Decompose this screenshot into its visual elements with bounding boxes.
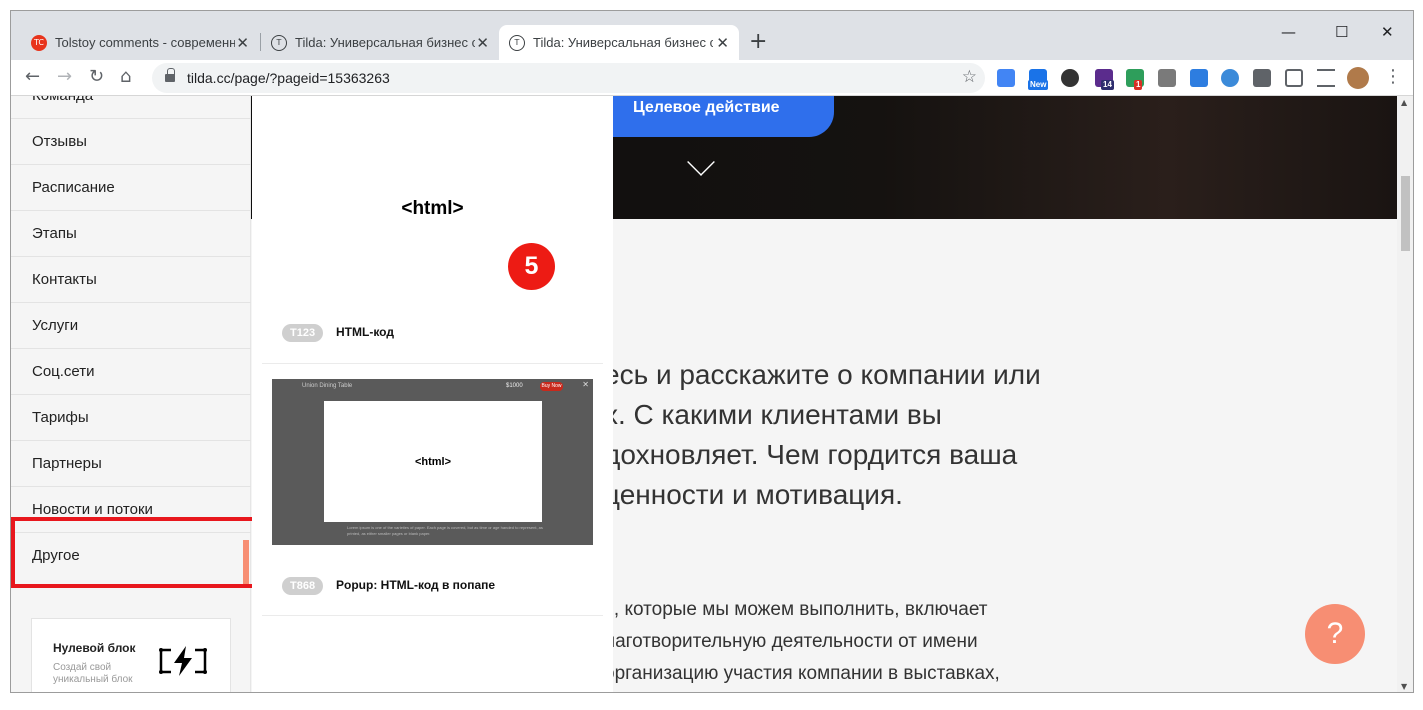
reload-button[interactable]: ↻	[89, 66, 104, 87]
tab-tolstoy[interactable]: TC Tolstoy comments - современны ✕	[21, 25, 259, 60]
annotation-number-badge: 5	[508, 243, 555, 290]
new-badge: New	[1028, 80, 1049, 90]
zero-block-title: Нулевой блок	[53, 641, 136, 655]
preview-html-text: <html>	[414, 456, 452, 468]
annotation-highlight-box	[11, 517, 262, 588]
scrollbar-thumb[interactable]	[1401, 176, 1410, 251]
browser-window: TC Tolstoy comments - современны ✕ T Til…	[10, 10, 1414, 693]
about-text-line: ценности и мотивация.	[604, 479, 903, 510]
blocks-panel: <html> 5 T123 HTML-код Union Dining Tabl…	[252, 96, 613, 692]
popup-header-text: Union Dining Table	[302, 383, 353, 389]
window-close-button[interactable]: ✕	[1381, 23, 1394, 41]
back-button[interactable]: ←	[25, 66, 40, 87]
help-button[interactable]: ?	[1305, 604, 1365, 664]
tilda-favicon-icon: T	[271, 34, 287, 51]
block-category-menu: Команда Отзывы Расписание Этапы Контакты…	[11, 96, 251, 692]
tab-strip: TC Tolstoy comments - современны ✕ T Til…	[11, 11, 1413, 60]
zero-block-description: Создай свой уникальный блок	[53, 662, 133, 685]
maximize-button[interactable]: ☐	[1335, 23, 1348, 41]
new-tab-button[interactable]: +	[749, 29, 767, 54]
block-title[interactable]: HTML-код	[336, 325, 394, 339]
close-icon[interactable]: ✕	[236, 34, 249, 52]
tab-tilda-1[interactable]: T Tilda: Универсальная бизнес стр ✕	[261, 25, 499, 60]
menu-item-partners[interactable]: Партнеры	[11, 441, 251, 487]
tab-title: Tilda: Универсальная бизнес стр	[295, 35, 475, 50]
mail-extension-icon[interactable]: 1	[1126, 69, 1144, 90]
menu-item-schedule[interactable]: Расписание	[11, 165, 251, 211]
about-text-line: х. С какими клиентами вы	[604, 399, 942, 430]
services-text-line: ч, которые мы можем выполнить, включает	[604, 599, 988, 620]
address-bar[interactable]: tilda.cc/page/?pageid=15363263 ☆	[152, 63, 985, 93]
menu-item-services[interactable]: Услуги	[11, 303, 251, 349]
menu-item-pricing[interactable]: Тарифы	[11, 395, 251, 441]
photo-extension-icon[interactable]	[1158, 69, 1176, 87]
menu-icon[interactable]: ⋮	[1384, 66, 1402, 87]
home-button[interactable]: ⌂	[120, 66, 131, 87]
block-divider	[262, 615, 603, 616]
block-preview-t868[interactable]: Union Dining Table $1000 Buy Now ✕ <html…	[272, 379, 593, 545]
block-title[interactable]: Popup: HTML-код в попапе	[336, 578, 495, 592]
page-content: Целевое действие есь и расскажите о комп…	[11, 96, 1413, 692]
block-divider	[262, 363, 603, 364]
lightning-icon	[159, 646, 207, 676]
services-text-line: организацию участия компании в выставках…	[604, 663, 1000, 684]
zero-block-card[interactable]: Нулевой блок Создай свой уникальный блок	[31, 618, 231, 692]
menu-item-contacts[interactable]: Контакты	[11, 257, 251, 303]
menu-item-team[interactable]: Команда	[11, 96, 251, 119]
close-icon[interactable]: ✕	[716, 34, 729, 52]
puzzle-icon[interactable]	[1253, 69, 1271, 87]
popup-price: $1000	[506, 383, 523, 389]
scroll-down-icon[interactable]: ▼	[1401, 682, 1407, 691]
about-text-line: дохновляет. Чем гордится ваша	[604, 439, 1018, 470]
translate-icon[interactable]	[997, 69, 1015, 87]
tolstoy-favicon-icon: TC	[31, 34, 47, 51]
tilda-favicon-icon: T	[509, 34, 525, 51]
tab-title: Tilda: Универсальная бизнес стр	[533, 35, 713, 50]
close-icon: ✕	[582, 380, 589, 389]
lock-icon	[165, 68, 175, 83]
cast-icon[interactable]	[1285, 69, 1303, 87]
url-text[interactable]: tilda.cc/page/?pageid=15363263	[187, 70, 390, 86]
block-code-badge: T868	[282, 577, 324, 595]
cta-label: Целевое действие	[633, 99, 780, 116]
bookmark-star-icon[interactable]: ☆	[962, 67, 977, 87]
scroll-up-icon[interactable]: ▲	[1401, 98, 1407, 107]
reading-list-icon[interactable]	[1317, 69, 1335, 87]
page-scrollbar[interactable]: ▲ ▼	[1397, 96, 1413, 692]
v-extension-icon[interactable]	[1190, 69, 1208, 87]
popup-caption: Lorem ipsum is one of the varieties of p…	[347, 525, 543, 536]
tab-tilda-2-active[interactable]: T Tilda: Универсальная бизнес стр ✕	[499, 25, 739, 60]
profile-avatar[interactable]	[1347, 67, 1369, 89]
cloud-extension-icon[interactable]	[1221, 69, 1239, 87]
popup-buy-button: Buy Now	[540, 382, 563, 391]
count-badge: 1	[1134, 80, 1143, 90]
menu-item-social[interactable]: Соц.сети	[11, 349, 251, 395]
about-text-line: есь и расскажите о компании или	[604, 359, 1041, 390]
popup-box: <html>	[324, 401, 542, 522]
browser-toolbar: ← → ↻ ⌂ tilda.cc/page/?pageid=15363263 ☆…	[11, 60, 1413, 96]
minimize-button[interactable]: —	[1281, 23, 1296, 41]
close-icon[interactable]: ✕	[476, 34, 489, 52]
menu-item-reviews[interactable]: Отзывы	[11, 119, 251, 165]
block-code-badge: T123	[282, 324, 324, 342]
graduation-icon[interactable]: 14	[1095, 69, 1114, 90]
count-badge: 14	[1101, 80, 1114, 90]
menu-item-steps[interactable]: Этапы	[11, 211, 251, 257]
forward-button[interactable]: →	[57, 66, 72, 87]
preview-html-text: <html>	[401, 198, 464, 219]
eyes-extension-icon[interactable]	[1061, 69, 1079, 87]
tab-title: Tolstoy comments - современны	[55, 35, 235, 50]
cta-button[interactable]: Целевое действие	[591, 96, 834, 137]
new-extension-icon[interactable]: New	[1028, 69, 1049, 90]
services-text-line: лаготворительную деятельности от имени	[604, 631, 978, 652]
block-preview-t123[interactable]: <html> 5	[272, 96, 593, 296]
